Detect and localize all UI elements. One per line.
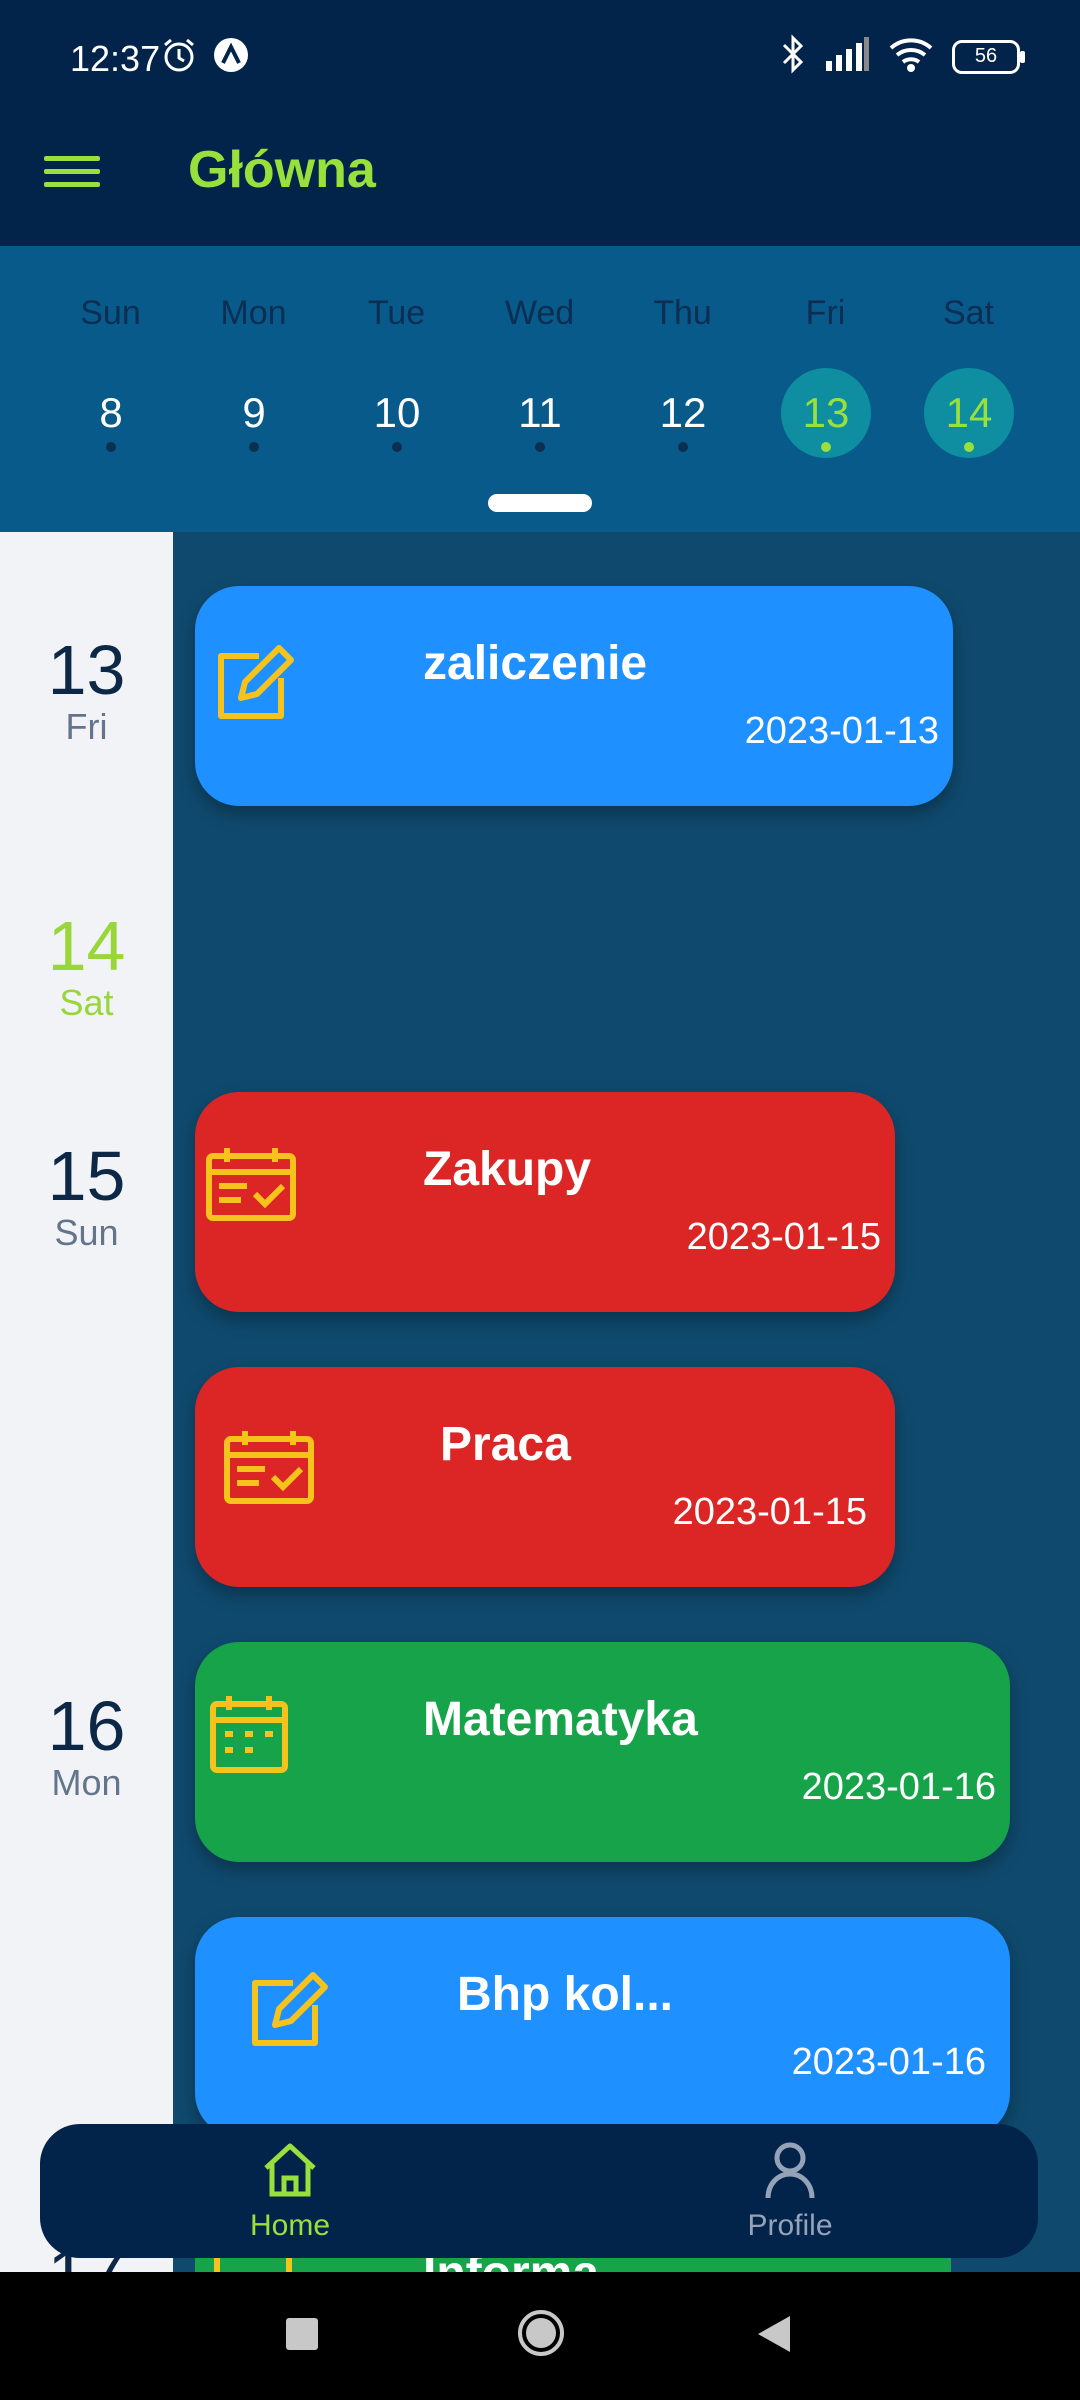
timeline-date-14: 14 Sat — [0, 910, 173, 1024]
event-date: 2023-01-15 — [686, 1216, 881, 1258]
event-card[interactable]: Matematyka 2023-01-16 — [195, 1642, 1010, 1862]
date-day: Sat — [59, 982, 114, 1023]
weekday-label-tue: Tue — [367, 294, 426, 332]
edit-icon — [243, 1965, 333, 2055]
bluetooth-icon — [780, 34, 806, 79]
weekday-label-thu: Thu — [653, 294, 712, 332]
event-card[interactable]: Zakupy 2023-01-15 — [195, 1092, 895, 1312]
date-day: Fri — [65, 706, 108, 747]
home-button[interactable] — [516, 2308, 566, 2363]
date-day: Mon — [51, 1762, 122, 1803]
event-date: 2023-01-16 — [791, 2041, 986, 2083]
event-title: Praca — [440, 1418, 571, 1471]
event-dot — [392, 442, 402, 452]
system-navigation-bar — [0, 2272, 1080, 2400]
weekday-label-sat: Sat — [942, 294, 995, 332]
event-dot — [249, 442, 259, 452]
wifi-icon — [888, 36, 934, 77]
timeline-date-16: 16 Mon — [0, 1690, 173, 1804]
event-date: 2023-01-15 — [672, 1491, 867, 1533]
event-title: Matematyka — [423, 1693, 698, 1746]
date-number: 15 — [47, 1137, 126, 1215]
calendar-icon — [209, 1694, 299, 1784]
date-number: 14 — [47, 907, 126, 985]
battery-level: 56 — [974, 45, 998, 67]
recents-button[interactable] — [286, 2318, 318, 2350]
event-dot — [106, 442, 116, 452]
expand-handle[interactable] — [488, 494, 592, 512]
event-card[interactable]: zaliczenie 2023-01-13 — [195, 586, 953, 806]
event-card[interactable]: Praca 2023-01-15 — [195, 1367, 895, 1587]
battery-icon: 56 — [952, 39, 1025, 74]
event-card[interactable]: Bhp kol... 2023-01-16 — [195, 1917, 1010, 2137]
week-strip: Sun Mon Tue Wed Thu Fri Sat 8 9 10 11 12… — [0, 246, 1080, 532]
bottom-navigation: Home Profile — [40, 2124, 1038, 2258]
timeline-date-13: 13 Fri — [0, 634, 173, 748]
event-date: 2023-01-16 — [801, 1766, 996, 1808]
calendar-check-icon — [205, 1146, 296, 1236]
weekday-label-wed: Wed — [504, 294, 575, 332]
event-dot — [964, 442, 974, 452]
event-title: Bhp kol... — [457, 1968, 673, 2021]
status-time: 12:37 — [70, 38, 161, 79]
nav-home[interactable]: Home — [190, 2140, 390, 2243]
date-day: Sun — [54, 1212, 119, 1253]
timeline-date-15: 15 Sun — [0, 1140, 173, 1254]
event-dot — [821, 442, 831, 452]
timeline-date-column: 13 Fri 14 Sat 15 Sun 16 Mon 17 — [0, 532, 173, 2310]
profile-icon — [760, 2142, 820, 2204]
event-dot — [678, 442, 688, 452]
event-title: zaliczenie — [423, 637, 648, 690]
edit-icon — [209, 638, 299, 728]
weekday-label-fri: Fri — [805, 294, 846, 332]
nav-home-label: Home — [249, 2209, 331, 2242]
calendar-check-icon — [223, 1429, 314, 1519]
app-icon — [212, 36, 250, 79]
event-title: Zakupy — [423, 1143, 592, 1196]
page-title: Główna — [188, 141, 376, 199]
weekday-label-sun: Sun — [80, 294, 141, 332]
date-number: 13 — [47, 631, 126, 709]
nav-profile[interactable]: Profile — [690, 2140, 890, 2243]
app-bar: Główna — [0, 118, 1080, 246]
status-bar: 12:37 56 — [0, 0, 1080, 118]
nav-profile-label: Profile — [747, 2209, 833, 2242]
weekday-label-mon: Mon — [220, 294, 287, 332]
alarm-icon — [160, 36, 198, 79]
signal-icon — [824, 37, 870, 76]
date-number: 16 — [47, 1687, 126, 1765]
event-date: 2023-01-13 — [744, 710, 939, 752]
back-button[interactable] — [756, 2314, 792, 2359]
event-dot — [535, 442, 545, 452]
hamburger-menu-icon[interactable] — [44, 148, 100, 204]
home-icon — [260, 2143, 320, 2204]
